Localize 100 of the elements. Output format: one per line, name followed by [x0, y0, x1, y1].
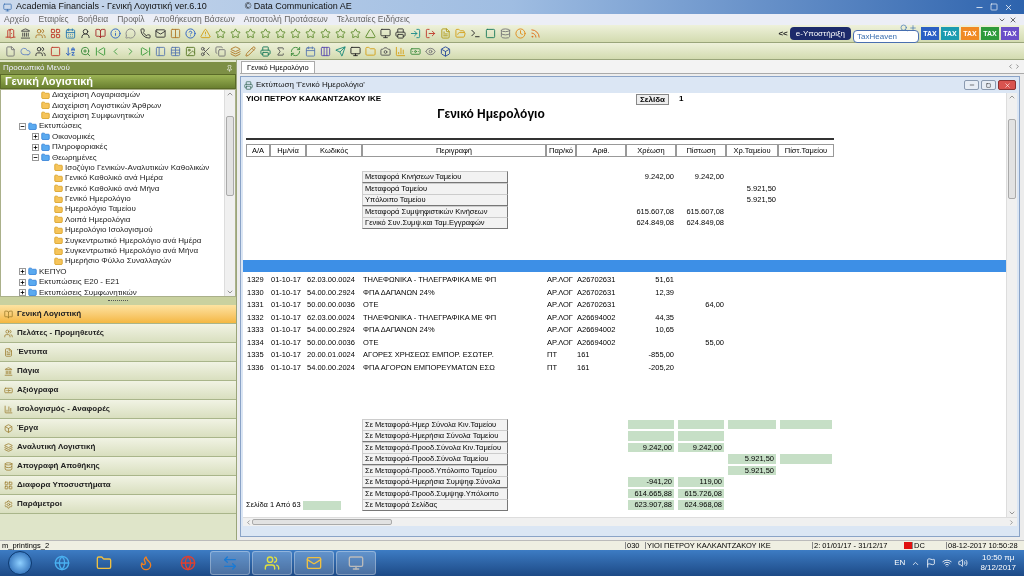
first-page-icon[interactable]: [95, 45, 106, 57]
refresh-icon[interactable]: [290, 45, 301, 57]
scroll-left-icon[interactable]: [1007, 63, 1014, 70]
tree-item[interactable]: Ημερολόγιο Ταμείου: [65, 205, 136, 214]
tree-item[interactable]: Οικονομικές: [52, 132, 95, 141]
menu-item[interactable]: Εταιρίες: [38, 15, 69, 24]
maximize-icon[interactable]: [990, 2, 998, 11]
tree-item[interactable]: Συγκεντρωτικό Ημερολόγιο ανά Μήνα: [65, 247, 199, 256]
tree-item[interactable]: Θεωρημένες: [52, 153, 97, 162]
expand-icon[interactable]: [19, 278, 26, 286]
search-icon[interactable]: [900, 24, 908, 32]
menu-item[interactable]: Τελευταίες Ειδήσεις: [336, 15, 410, 24]
scroll-thumb[interactable]: [252, 519, 392, 525]
collapse-link[interactable]: <<: [778, 27, 788, 40]
door-icon[interactable]: [5, 28, 16, 39]
calendar-icon[interactable]: [305, 45, 316, 57]
start-button[interactable]: [8, 551, 32, 575]
phone-icon[interactable]: [140, 28, 151, 39]
tree-item[interactable]: Διαχείριση Συμφωνητικών: [52, 111, 145, 120]
columns-icon[interactable]: [170, 28, 181, 39]
collapse-icon[interactable]: [19, 122, 26, 130]
flame-icon[interactable]: [138, 555, 154, 571]
restore-button[interactable]: [981, 80, 996, 90]
scroll-thumb[interactable]: [1008, 119, 1016, 199]
bank-icon[interactable]: [20, 28, 31, 39]
columns-icon[interactable]: [320, 45, 331, 57]
star-icon[interactable]: [320, 28, 331, 39]
zoom-icon[interactable]: [80, 45, 91, 57]
table-icon[interactable]: [170, 45, 181, 57]
warning-icon[interactable]: [200, 28, 211, 39]
printer-icon[interactable]: [260, 45, 271, 57]
tree-item[interactable]: Συγκεντρωτικό Ημερολόγιο ανά Ημέρα: [65, 236, 202, 245]
expand-icon[interactable]: [19, 289, 26, 296]
scroll-left-icon[interactable]: [245, 518, 252, 526]
panel-icon[interactable]: [155, 45, 166, 57]
clock-icon[interactable]: [515, 28, 526, 39]
nav-button[interactable]: Αναλυτική Λογιστική: [0, 438, 236, 457]
star-icon[interactable]: [215, 28, 226, 39]
scroll-down-icon[interactable]: [226, 288, 234, 296]
menu-item[interactable]: Προφίλ: [117, 15, 145, 24]
star-icon[interactable]: [350, 28, 361, 39]
globe-icon[interactable]: [54, 555, 70, 571]
scrollbar[interactable]: [224, 90, 235, 296]
info-icon[interactable]: [110, 28, 121, 39]
image-icon[interactable]: [185, 45, 196, 57]
close-icon[interactable]: [1004, 2, 1013, 12]
nav-button[interactable]: Γενική Λογιστική: [0, 305, 236, 324]
box-icon[interactable]: [440, 45, 451, 57]
money-icon[interactable]: [410, 45, 421, 57]
mail-icon[interactable]: [155, 28, 166, 39]
star-icon[interactable]: [245, 28, 256, 39]
close-button[interactable]: [998, 80, 1016, 90]
star-icon[interactable]: [230, 28, 241, 39]
document-icon[interactable]: [440, 28, 451, 39]
speaker-icon[interactable]: [958, 558, 969, 568]
tree-item[interactable]: Διαχείριση Λογαριασμών: [52, 91, 140, 100]
nav-button[interactable]: Έργα: [0, 419, 236, 438]
printer-icon[interactable]: [395, 28, 406, 39]
people-icon[interactable]: [35, 45, 46, 57]
tree-item[interactable]: Γενικό Ημερολόγιο: [65, 195, 131, 204]
nav-button[interactable]: Ισολογισμός - Αναφορές: [0, 400, 236, 419]
grid-icon[interactable]: [50, 28, 61, 39]
tree-item[interactable]: Εκτυπώσεις Ε20 - Ε21: [39, 278, 120, 287]
close-icon[interactable]: [1009, 15, 1017, 24]
stack-icon[interactable]: [230, 45, 241, 57]
scroll-up-icon[interactable]: [226, 90, 234, 98]
person-icon[interactable]: [80, 28, 91, 39]
menu-item[interactable]: Αποστολή Προτάσεων: [243, 15, 328, 24]
tree-item[interactable]: Εκτυπώσεις Συμφωνητικών: [39, 288, 137, 296]
star-icon[interactable]: [275, 28, 286, 39]
star-icon[interactable]: [335, 28, 346, 39]
star-icon[interactable]: [260, 28, 271, 39]
expand-icon[interactable]: [32, 133, 39, 141]
tree-item[interactable]: Γενικό Καθολικό ανά Ημέρα: [65, 174, 163, 183]
nav-button[interactable]: Διαφορα Υποσυστήματα: [0, 476, 236, 495]
scissors-icon[interactable]: [200, 45, 211, 57]
clock-time[interactable]: 10:50 πμ: [982, 553, 1015, 563]
nav-button[interactable]: Αξιόγραφα: [0, 381, 236, 400]
pin-icon[interactable]: [226, 64, 233, 72]
scroll-down-icon[interactable]: [1008, 509, 1016, 517]
scroll-right-icon[interactable]: [1014, 63, 1021, 70]
people-icon[interactable]: [264, 555, 280, 571]
pencil-icon[interactable]: [245, 45, 256, 57]
tree-item[interactable]: Διαχείριση Λογιστικών Άρθρων: [52, 101, 162, 110]
menu-item[interactable]: Αρχείο: [4, 15, 30, 24]
speech-bubble-icon[interactable]: [125, 28, 136, 39]
sigma-icon[interactable]: [275, 45, 286, 57]
scroll-right-icon[interactable]: [1008, 518, 1015, 526]
star-icon[interactable]: [305, 28, 316, 39]
clock-date[interactable]: 8/12/2017: [980, 563, 1016, 573]
bar-chart-icon[interactable]: [395, 45, 406, 57]
horizontal-scrollbar[interactable]: [243, 517, 1017, 526]
tree-item[interactable]: Εκτυπώσεις: [39, 122, 82, 131]
triangle-icon[interactable]: [365, 28, 376, 39]
help-icon[interactable]: [185, 28, 196, 39]
nav-button[interactable]: Πελάτες - Προμηθευτές: [0, 324, 236, 343]
globe-icon[interactable]: [180, 555, 196, 571]
tree-item[interactable]: Γενικό Καθολικό ανά Μήνα: [65, 184, 160, 193]
expand-icon[interactable]: [19, 268, 26, 276]
monitor-icon[interactable]: [380, 28, 391, 39]
